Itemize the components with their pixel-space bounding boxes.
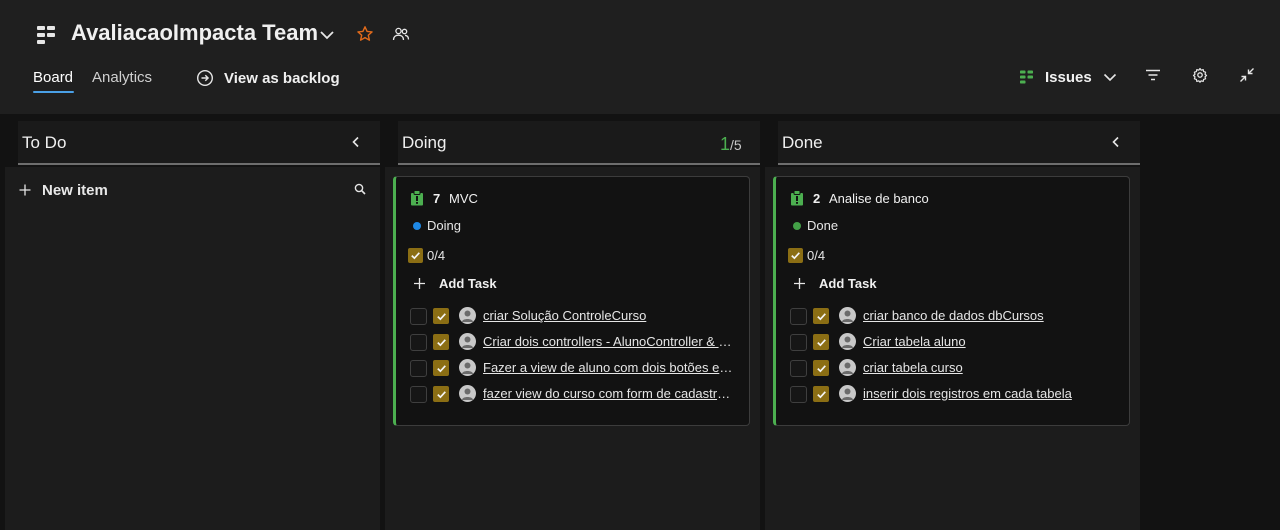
boards-icon	[37, 26, 55, 44]
task-select-checkbox[interactable]	[410, 386, 427, 403]
task-select-checkbox[interactable]	[790, 360, 807, 377]
task-link[interactable]: inserir dois registros em cada tabela	[863, 386, 1115, 401]
state-dot	[413, 222, 421, 230]
task-done-checkbox[interactable]	[433, 360, 449, 376]
plus-icon	[19, 184, 31, 196]
column-title-todo: To Do	[22, 133, 67, 152]
task-link[interactable]: Criar tabela aluno	[863, 334, 1115, 349]
backlog-level-icon	[1020, 70, 1033, 84]
task-link[interactable]: criar banco de dados dbCursos	[863, 308, 1115, 323]
column-header-doing: Doing 1/5	[398, 121, 760, 165]
avatar[interactable]	[459, 385, 476, 402]
task-link[interactable]: fazer view do curso com form de cadastro…	[483, 386, 735, 401]
avatar[interactable]	[459, 333, 476, 350]
plus-icon	[794, 277, 805, 289]
task-progress[interactable]: 0/4	[807, 248, 825, 263]
avatar[interactable]	[839, 333, 856, 350]
search-icon[interactable]	[354, 183, 366, 195]
backlog-level-label: Issues	[1045, 68, 1092, 86]
arrow-circle-right-icon	[196, 69, 214, 87]
task-select-checkbox[interactable]	[410, 334, 427, 351]
task-done-checkbox[interactable]	[813, 360, 829, 376]
view-as-backlog-button[interactable]: View as backlog	[196, 66, 340, 90]
card-title[interactable]: Analise de banco	[829, 191, 929, 206]
avatar[interactable]	[459, 359, 476, 376]
add-task-label: Add Task	[439, 275, 497, 291]
task-done-checkbox[interactable]	[433, 386, 449, 402]
task-done-checkbox[interactable]	[433, 308, 449, 324]
task-row[interactable]: criar tabela curso	[790, 359, 1120, 379]
wip-limit: 1/5	[720, 134, 742, 155]
chevron-down-icon	[1103, 73, 1116, 82]
task-row[interactable]: criar Solução ControleCurso	[410, 307, 740, 327]
backlog-level-picker[interactable]: Issues	[1019, 66, 1118, 88]
task-row[interactable]: inserir dois registros em cada tabela	[790, 385, 1120, 405]
card-title[interactable]: MVC	[449, 191, 478, 206]
team-title[interactable]: AvaliacaoImpacta Team	[71, 20, 318, 46]
task-row[interactable]: fazer view do curso com form de cadastro…	[410, 385, 740, 405]
active-tab-indicator	[33, 91, 74, 93]
column-body-todo	[5, 167, 380, 530]
wip-current: 1	[720, 134, 731, 154]
chevron-down-icon[interactable]	[318, 26, 336, 44]
checklist-icon	[788, 248, 803, 263]
tab-analytics[interactable]: Analytics	[92, 69, 152, 86]
tab-board[interactable]: Board	[33, 69, 73, 86]
avatar[interactable]	[839, 385, 856, 402]
task-select-checkbox[interactable]	[790, 386, 807, 403]
add-task-button[interactable]: Add Task	[793, 274, 877, 292]
task-select-checkbox[interactable]	[790, 334, 807, 351]
avatar[interactable]	[839, 307, 856, 324]
task-done-checkbox[interactable]	[433, 334, 449, 350]
issue-type-icon	[411, 190, 423, 206]
add-task-button[interactable]: Add Task	[413, 274, 497, 292]
task-done-checkbox[interactable]	[813, 308, 829, 324]
card-analise-de-banco[interactable]: 2 Analise de banco Done 0/4 Add Task cri…	[773, 176, 1130, 426]
issue-type-icon	[791, 190, 803, 206]
task-done-checkbox[interactable]	[813, 334, 829, 350]
board-header: AvaliacaoImpacta Team Board Analytics Vi…	[0, 0, 1280, 114]
task-link[interactable]: criar Solução ControleCurso	[483, 308, 735, 323]
task-row[interactable]: Criar tabela aluno	[790, 333, 1120, 353]
task-row[interactable]: Fazer a view de aluno com dois botões e …	[410, 359, 740, 379]
card-state[interactable]: Done	[807, 218, 838, 233]
card-state[interactable]: Doing	[427, 218, 461, 233]
task-row[interactable]: criar banco de dados dbCursos	[790, 307, 1120, 327]
column-header-todo: To Do	[18, 121, 380, 165]
card-id: 7	[433, 191, 441, 206]
task-link[interactable]: Criar dois controllers - AlunoController…	[483, 334, 735, 349]
chevron-left-icon[interactable]	[1109, 135, 1123, 149]
column-title-done: Done	[782, 133, 823, 152]
column-title-doing: Doing	[402, 133, 447, 152]
card-mvc[interactable]: 7 MVC Doing 0/4 Add Task criar Solução C…	[393, 176, 750, 426]
avatar[interactable]	[839, 359, 856, 376]
task-select-checkbox[interactable]	[790, 308, 807, 325]
task-select-checkbox[interactable]	[410, 308, 427, 325]
new-item-button[interactable]: New item	[18, 180, 108, 200]
task-row[interactable]: Criar dois controllers - AlunoController…	[410, 333, 740, 353]
gear-icon[interactable]	[1192, 67, 1208, 83]
chevron-left-icon[interactable]	[349, 135, 363, 149]
collapse-icon[interactable]	[1239, 67, 1255, 83]
new-item-label: New item	[42, 181, 108, 199]
view-as-backlog-label: View as backlog	[224, 69, 340, 87]
task-link[interactable]: Fazer a view de aluno com dois botões e …	[483, 360, 735, 375]
task-link[interactable]: criar tabela curso	[863, 360, 1115, 375]
task-done-checkbox[interactable]	[813, 386, 829, 402]
card-id: 2	[813, 191, 821, 206]
column-header-done: Done	[778, 121, 1140, 165]
wip-max: /5	[730, 137, 742, 153]
add-task-label: Add Task	[819, 275, 877, 291]
task-select-checkbox[interactable]	[410, 360, 427, 377]
checklist-icon	[408, 248, 423, 263]
avatar[interactable]	[459, 307, 476, 324]
task-progress[interactable]: 0/4	[427, 248, 445, 263]
state-dot	[793, 222, 801, 230]
star-icon[interactable]	[356, 25, 374, 43]
filter-icon[interactable]	[1145, 67, 1161, 83]
team-members-icon[interactable]	[392, 25, 410, 43]
plus-icon	[414, 277, 425, 289]
